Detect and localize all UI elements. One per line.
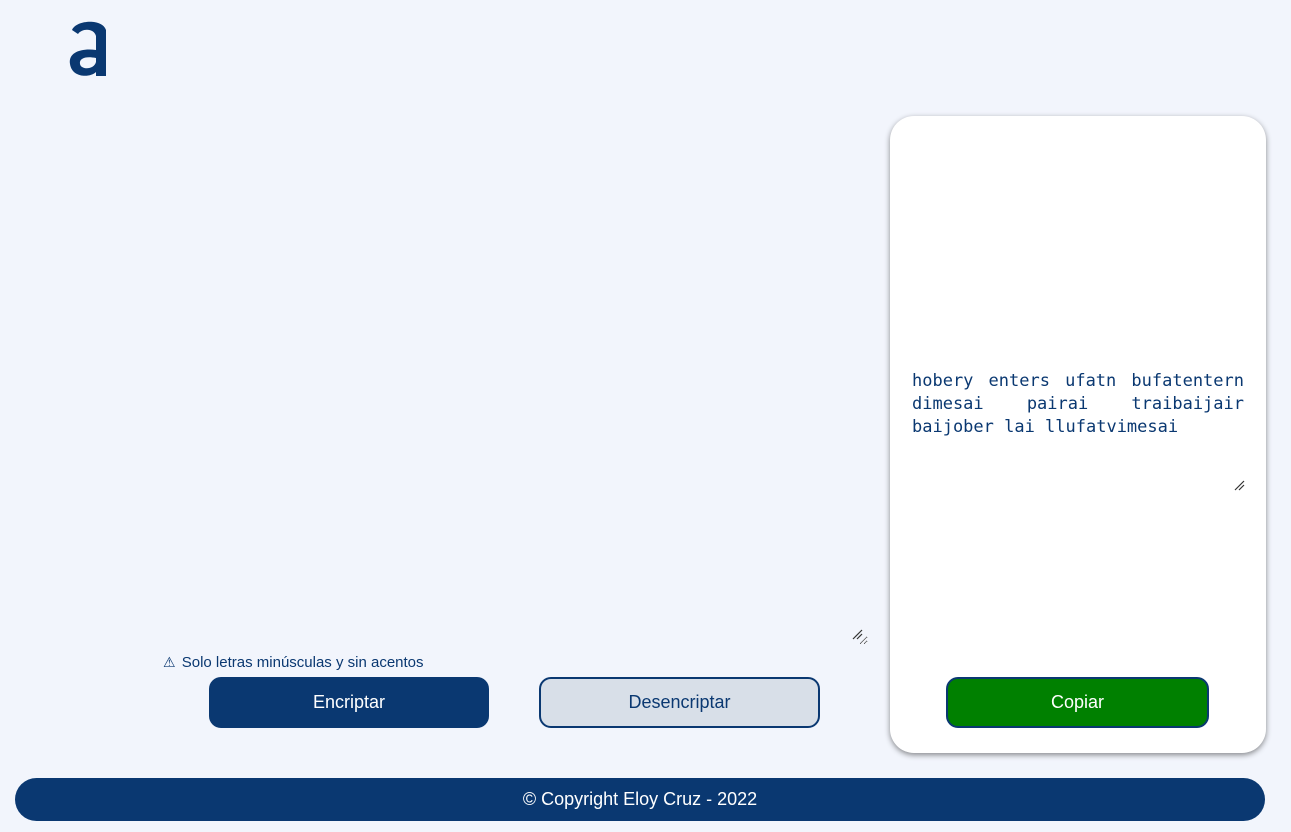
resize-handle-icon[interactable] xyxy=(851,628,863,640)
warning-icon: ⚠ xyxy=(163,654,176,670)
output-text[interactable]: hobery enters ufatn bufatentern dimesai … xyxy=(912,370,1244,439)
copy-button-label: Copiar xyxy=(1050,692,1105,712)
output-panel: hobery enters ufatn bufatentern dimesai … xyxy=(890,116,1266,753)
copy-button[interactable]: Copiar xyxy=(946,677,1209,728)
input-warning: ⚠ Solo letras minúsculas y sin acentos xyxy=(163,654,424,671)
decrypt-button[interactable]: Desencriptar xyxy=(539,677,820,728)
decrypt-button-label: Desencriptar xyxy=(628,692,731,712)
output-resize-handle-icon[interactable] xyxy=(1233,479,1245,491)
warning-text: Solo letras minúsculas y sin acentos xyxy=(181,654,424,671)
encrypt-button[interactable]: Encriptar xyxy=(209,677,489,728)
footer-text: © Copyright Eloy Cruz - 2022 xyxy=(522,789,758,809)
alura-logo-icon xyxy=(69,21,106,76)
encrypt-button-label: Encriptar xyxy=(312,692,386,712)
footer: © Copyright Eloy Cruz - 2022 xyxy=(15,778,1265,821)
text-input[interactable] xyxy=(40,110,868,645)
